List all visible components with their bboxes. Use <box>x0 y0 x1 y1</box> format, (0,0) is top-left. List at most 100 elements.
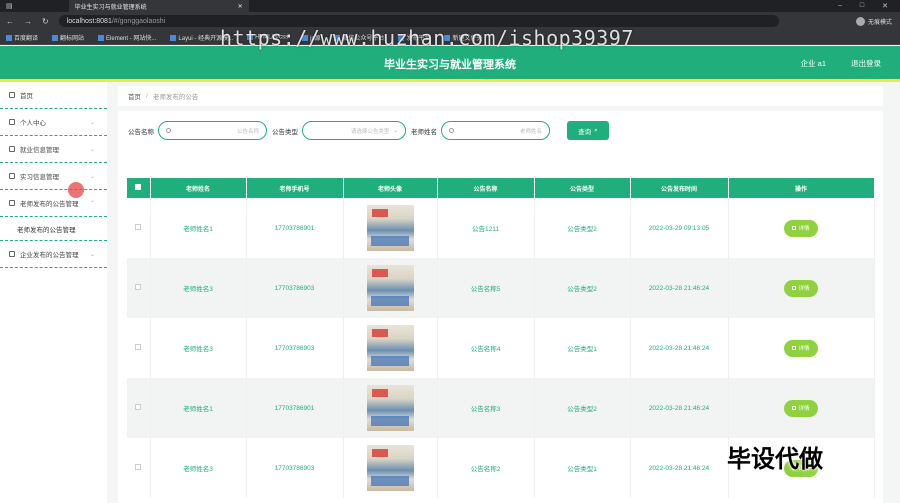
minimize-icon[interactable]: – <box>838 2 842 10</box>
breadcrumb-current: 老师发布的公告 <box>152 94 199 101</box>
browser-tab[interactable]: 毕业生实习与就业管理系统 ✕ <box>68 0 249 12</box>
sidebar-item-home[interactable]: 首页 <box>0 82 107 109</box>
sidebar-item-teacher-notices[interactable]: 老师发布的公告管理 ⌃ <box>0 190 107 217</box>
select-all-checkbox[interactable] <box>135 184 142 190</box>
row-select-cell[interactable] <box>127 198 151 258</box>
title-search-input[interactable]: 公告名称 <box>158 121 267 140</box>
watermark-stamp: 毕设代做 <box>727 446 823 473</box>
action-cell: 详情 <box>728 318 875 378</box>
teacher-name-cell: 老师姓名3 <box>150 318 247 378</box>
close-tab-icon[interactable]: ✕ <box>238 3 243 10</box>
teacher-avatar-image <box>366 445 414 491</box>
sidebar-subitem-label: 老师发布的公告管理 <box>17 226 76 234</box>
bookmark[interactable]: 百度翻译 <box>6 33 38 42</box>
chevron-down-icon: ⌄ <box>89 173 95 180</box>
maximize-icon[interactable]: □ <box>860 2 864 10</box>
tab-icon[interactable]: ▤ <box>6 2 13 10</box>
notice-type-cell: 公告类型2 <box>534 258 631 318</box>
teacher-avatar-image <box>366 265 414 311</box>
teacher-name-cell: 老师姓名3 <box>150 438 247 498</box>
detail-button[interactable]: 详情 <box>784 399 818 417</box>
breadcrumb-home[interactable]: 首页 <box>128 91 141 101</box>
url-host: localhost:8081 <box>66 17 112 25</box>
window-controls: – □ ✕ <box>838 2 900 10</box>
sidebar-item-employment[interactable]: 就业信息管理 ⌄ <box>0 136 107 163</box>
notice-time-cell: 2022-03-28 21:46:24 <box>630 438 729 498</box>
sidebar-item-internship[interactable]: 实习信息管理 ⌄ <box>0 163 107 190</box>
avatar-cell <box>343 258 438 318</box>
action-cell: 详情 <box>728 198 875 258</box>
notice-time-cell: 2022-03-28 21:46:24 <box>630 258 729 318</box>
table-row: 老师姓名3 17703786903 公告名称4 公告类型1 2022-03-28… <box>127 318 875 378</box>
row-select-cell[interactable] <box>127 438 151 498</box>
app-header: 毕业生实习与就业管理系统 企业 a1 退出登录 <box>0 46 900 79</box>
chevron-down-icon: ⌄ <box>89 146 95 153</box>
search-button-label: 查询 <box>578 128 592 136</box>
chevron-up-icon: ⌃ <box>89 200 95 207</box>
close-window-icon[interactable]: ✕ <box>882 2 888 10</box>
profile[interactable]: 无痕模式 <box>855 16 892 26</box>
column-header: 公告发布时间 <box>630 178 729 198</box>
detail-icon <box>792 346 797 350</box>
table-header-row: 老师姓名 老师手机号 老师头像 公告名称 公告类型 公告发布时间 操作 <box>127 178 875 198</box>
sidebar-item-label: 就业信息管理 <box>20 147 59 154</box>
notice-time-cell: 2022-03-29 09:13:05 <box>630 198 729 258</box>
column-header: 公告名称 <box>437 178 535 198</box>
notice-type-cell: 公告类型2 <box>534 198 631 258</box>
detail-button[interactable]: 详情 <box>784 219 818 237</box>
title-placeholder: 公告名称 <box>236 128 259 135</box>
sidebar-subitem-teacher-notices[interactable]: 老师发布的公告管理 <box>0 217 107 241</box>
row-select-cell[interactable] <box>127 378 151 438</box>
forward-icon[interactable]: → <box>24 17 32 26</box>
teacher-search-input[interactable]: 老师姓名 <box>441 121 550 140</box>
avatar <box>855 16 865 26</box>
notice-time-cell: 2022-03-28 21:46:24 <box>630 318 729 378</box>
detail-button[interactable]: 详情 <box>784 339 818 357</box>
teacher-avatar-image <box>366 385 414 431</box>
home-icon <box>9 92 15 98</box>
notice-time-cell: 2022-03-28 21:46:24 <box>630 378 729 438</box>
teacher-phone-cell: 17703786903 <box>246 258 344 318</box>
bookmark[interactable]: 翻标网站 <box>52 33 84 42</box>
logout-link[interactable]: 退出登录 <box>851 58 881 69</box>
bookmark[interactable]: Element - 网站快... <box>98 33 156 42</box>
row-checkbox[interactable] <box>135 464 142 470</box>
detail-icon <box>792 226 797 230</box>
avatar-cell <box>343 318 438 378</box>
search-icon <box>166 128 171 133</box>
teacher-name-cell: 老师姓名1 <box>150 198 247 258</box>
back-icon[interactable]: ← <box>6 17 14 26</box>
breadcrumb: 首页 / 老师发布的公告 <box>118 86 883 106</box>
type-select[interactable]: 请选择公告类型 ⌄ <box>302 121 406 140</box>
row-select-cell[interactable] <box>127 318 151 378</box>
table-row: 老师姓名1 17703786901 公告1211 公告类型2 2022-03-2… <box>127 198 875 258</box>
search-button[interactable]: 查询 ⌕ <box>567 121 609 140</box>
notice-type-cell: 公告类型2 <box>534 378 631 438</box>
reload-icon[interactable]: ↻ <box>42 17 49 26</box>
avatar-cell <box>343 378 438 438</box>
type-placeholder: 请选择公告类型 <box>350 128 390 135</box>
row-checkbox[interactable] <box>135 224 142 230</box>
action-cell: 详情 <box>728 378 875 438</box>
current-user: 企业 a1 <box>800 59 826 68</box>
chevron-down-icon: ⌄ <box>393 127 398 134</box>
select-all-cell[interactable] <box>127 178 151 198</box>
detail-button[interactable]: 详情 <box>784 279 818 297</box>
sidebar-item-company-notices[interactable]: 企业发布的公告管理 ⌄ <box>0 241 107 268</box>
notice-title-cell: 公告名称4 <box>437 318 535 378</box>
row-checkbox[interactable] <box>135 344 142 350</box>
row-checkbox[interactable] <box>135 284 142 290</box>
row-select-cell[interactable] <box>127 258 151 318</box>
sidebar-item-profile[interactable]: 个人中心 ⌄ <box>0 109 107 136</box>
mail-icon <box>9 200 15 206</box>
row-checkbox[interactable] <box>135 404 142 410</box>
detail-label: 详情 <box>798 406 810 412</box>
nav-buttons: ← → ↻ <box>0 17 49 26</box>
column-header: 操作 <box>728 178 875 198</box>
teacher-label: 老师姓名 <box>411 128 437 136</box>
avatar-cell <box>343 198 438 258</box>
sidebar-item-label: 企业发布的公告管理 <box>20 252 79 259</box>
search-icon <box>449 128 454 133</box>
teacher-name-cell: 老师姓名1 <box>150 378 247 438</box>
detail-label: 详情 <box>798 346 810 352</box>
